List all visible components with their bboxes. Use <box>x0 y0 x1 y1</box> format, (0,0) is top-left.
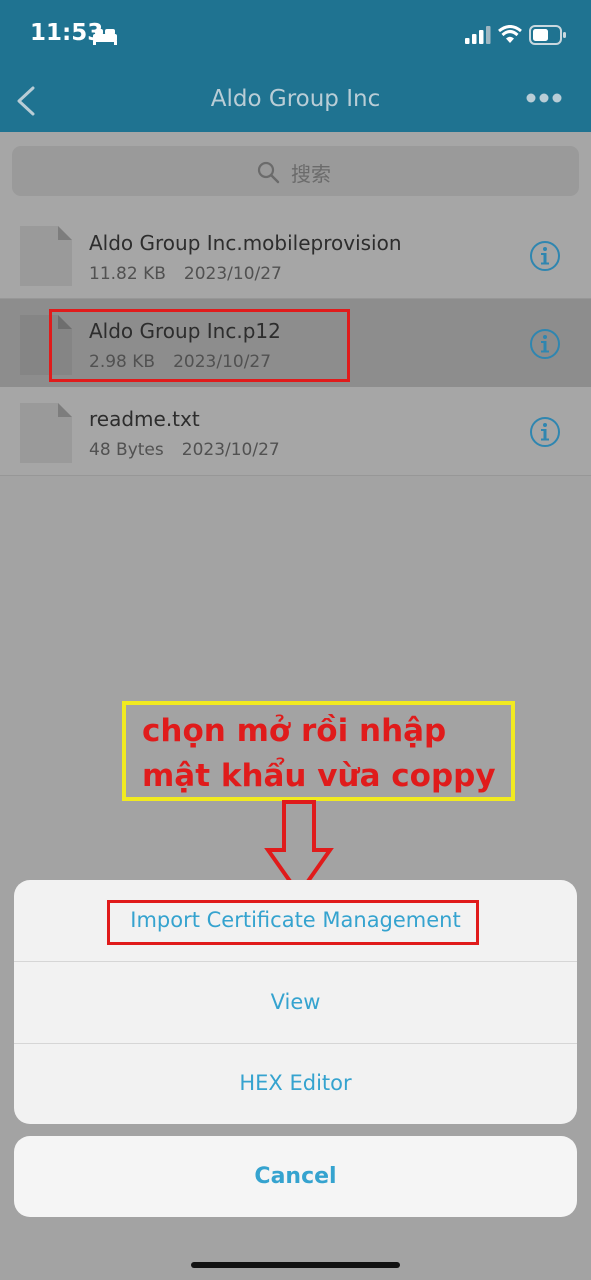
file-icon <box>20 403 72 463</box>
file-name: Aldo Group Inc.mobileprovision <box>89 231 402 255</box>
view-button[interactable]: View <box>14 962 577 1043</box>
info-icon[interactable] <box>529 328 561 360</box>
divider <box>0 475 591 476</box>
file-date: 2023/10/27 <box>181 440 280 460</box>
search-icon <box>257 161 280 184</box>
annotation-line-2: mật khẩu vừa coppy <box>142 758 496 794</box>
cancel-button[interactable]: Cancel <box>14 1136 577 1217</box>
cellular-signal-icon <box>465 26 491 44</box>
battery-icon <box>529 25 566 45</box>
hex-editor-button[interactable]: HEX Editor <box>14 1043 577 1124</box>
annotation-line-1: chọn mở rồi nhập <box>142 713 447 749</box>
highlight-box-file <box>49 309 350 382</box>
info-icon[interactable] <box>529 240 561 272</box>
page-title: Aldo Group Inc <box>210 86 381 112</box>
file-row[interactable] <box>0 387 591 475</box>
file-date: 2023/10/27 <box>183 264 282 284</box>
file-icon <box>20 226 72 286</box>
sleep-bed-icon <box>93 29 117 45</box>
search-placeholder: 搜索 <box>291 162 331 186</box>
file-name: readme.txt <box>89 407 200 431</box>
info-icon[interactable] <box>529 416 561 448</box>
home-indicator <box>191 1262 400 1268</box>
file-size: 48 Bytes <box>89 440 164 460</box>
wifi-icon <box>498 25 522 43</box>
file-meta: 48 Bytes 2023/10/27 <box>89 440 298 460</box>
file-meta: 11.82 KB 2023/10/27 <box>89 264 300 284</box>
highlight-box-import <box>107 900 479 945</box>
file-size: 11.82 KB <box>89 264 166 284</box>
more-options-icon[interactable] <box>525 92 563 104</box>
